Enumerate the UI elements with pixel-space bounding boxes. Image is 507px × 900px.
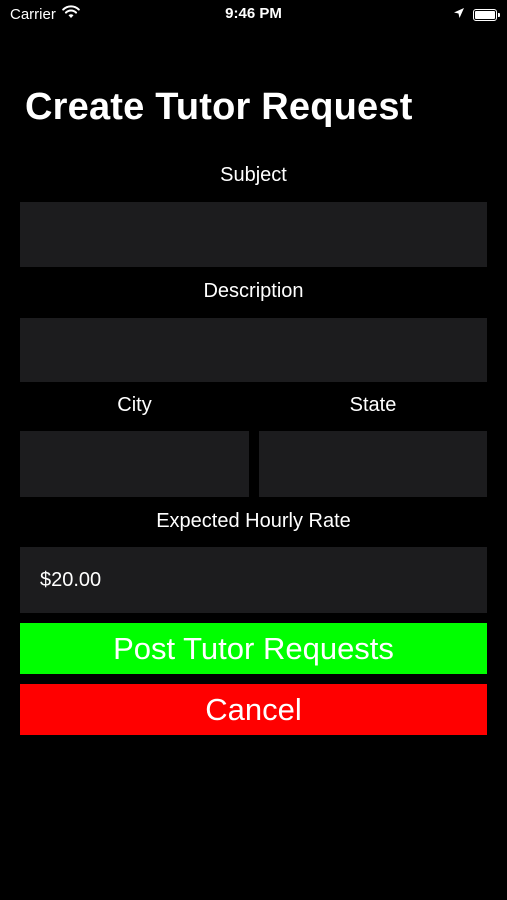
page-title: Create Tutor Request	[25, 86, 413, 128]
hourly-rate-field[interactable]	[20, 547, 487, 613]
rate-label: Expected Hourly Rate	[156, 510, 351, 532]
subject-label: Subject	[220, 164, 287, 186]
battery-icon	[473, 8, 500, 21]
state-field[interactable]	[259, 431, 487, 497]
description-label: Description	[203, 280, 304, 302]
description-field[interactable]	[20, 318, 487, 382]
post-tutor-requests-button[interactable]: Post Tutor Requests	[20, 623, 487, 674]
cancel-button[interactable]: Cancel	[20, 684, 487, 735]
state-label: State	[349, 394, 397, 416]
status-right	[453, 6, 500, 23]
status-time: 9:46 PM	[225, 5, 282, 22]
location-arrow-icon	[453, 6, 465, 23]
city-field[interactable]	[20, 431, 249, 497]
status-bar: Carrier 9:46 PM	[0, 0, 507, 28]
city-label: City	[117, 394, 152, 416]
subject-field[interactable]	[20, 202, 487, 267]
